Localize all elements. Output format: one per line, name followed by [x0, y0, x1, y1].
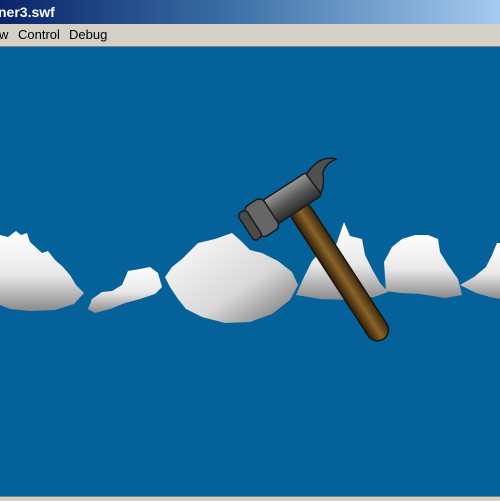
window-title: ner3.swf [0, 4, 55, 20]
menu-control[interactable]: Control [16, 27, 62, 43]
title-bar[interactable]: ner3.swf [0, 0, 500, 24]
menu-bar: w Control Debug [0, 24, 500, 47]
flash-player-window: ner3.swf w Control Debug [0, 0, 500, 501]
egg-shell-piece-5 [384, 235, 462, 298]
stage-graphics [0, 157, 500, 342]
flash-stage[interactable] [0, 47, 500, 496]
menu-view[interactable]: w [0, 27, 10, 43]
egg-shell-piece-6 [460, 243, 500, 299]
egg-shell-piece-3 [165, 233, 298, 323]
egg-shell-piece-1 [0, 231, 84, 311]
window-bottom-border [0, 496, 500, 501]
egg-shell-piece-2 [88, 267, 162, 313]
menu-debug[interactable]: Debug [67, 27, 109, 43]
